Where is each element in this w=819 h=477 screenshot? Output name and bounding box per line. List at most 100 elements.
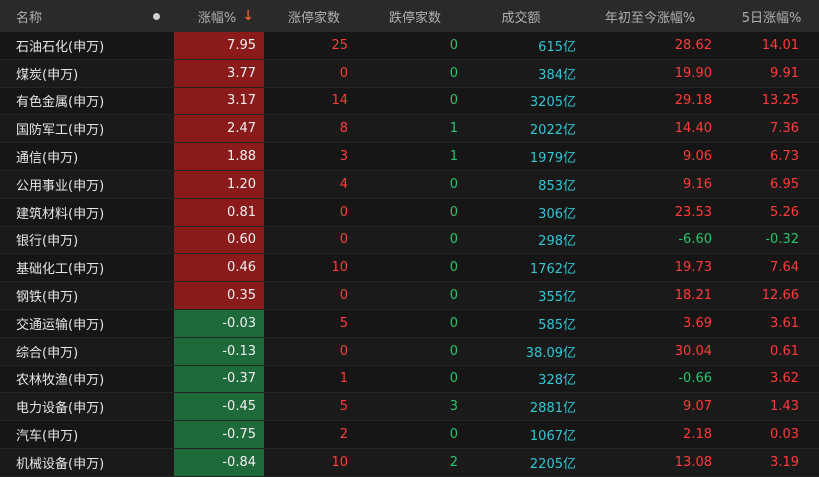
limit-up-cell: 0 [339,65,348,81]
limit-up-cell: 2 [339,427,348,443]
table-row[interactable]: 公用事业(申万) 1.20 4 0 853亿 9.16 6.95 [0,171,819,199]
table-row[interactable]: 机械设备(申万) -0.84 10 2 2205亿 13.08 3.19 [0,449,819,477]
ytd-cell: 19.90 [674,65,712,81]
limit-up-cell: 0 [339,288,348,304]
five-day-cell: 5.26 [770,204,799,220]
five-day-cell: 3.61 [770,315,799,331]
change-cell: -0.37 [174,365,264,393]
change-cell: 1.88 [174,143,264,170]
limit-up-cell: 8 [339,121,348,137]
sort-desc-icon: ↓ [242,8,254,24]
change-cell: 3.17 [174,87,264,115]
ytd-cell: 29.18 [674,93,712,109]
table-row[interactable]: 基础化工(申万) 0.46 10 0 1762亿 19.73 7.64 [0,254,819,283]
limit-down-cell: 2 [449,454,458,470]
five-day-cell: 9.91 [770,65,799,81]
table-row[interactable]: 电力设备(申万) -0.45 5 3 2881亿 9.07 1.43 [0,393,819,422]
header-limit-down[interactable]: 跌停家数 [364,0,466,32]
five-day-cell: 6.95 [770,176,799,192]
limit-down-cell: 0 [449,288,458,304]
change-cell: 0.60 [174,226,264,254]
limit-up-cell: 25 [331,37,348,53]
change-cell: -0.13 [174,337,264,365]
limit-down-cell: 3 [449,399,458,415]
sector-name: 基础化工(申万) [16,262,105,278]
limit-down-cell: 0 [449,260,458,276]
table-row[interactable]: 农林牧渔(申万) -0.37 1 0 328亿 -0.66 3.62 [0,365,819,394]
limit-up-cell: 5 [339,315,348,331]
volume-cell: 1762亿 [529,262,576,278]
table-row[interactable]: 煤炭(申万) 3.77 0 0 384亿 19.90 9.91 [0,59,819,88]
ytd-cell: 3.69 [683,315,712,331]
volume-cell: 298亿 [538,234,576,250]
volume-cell: 38.09亿 [525,345,576,361]
five-day-cell: 3.62 [770,371,799,387]
five-day-cell: 3.19 [770,454,799,470]
sector-name: 汽车(申万) [16,429,79,445]
table-row[interactable]: 钢铁(申万) 0.35 0 0 355亿 18.21 12.66 [0,282,819,310]
sector-name: 通信(申万) [16,151,79,167]
limit-down-cell: 0 [449,427,458,443]
five-day-cell: 12.66 [761,288,799,304]
table-row[interactable]: 通信(申万) 1.88 3 1 1979亿 9.06 6.73 [0,143,819,171]
change-cell: -0.03 [174,310,264,337]
limit-down-cell: 0 [449,371,458,387]
volume-cell: 853亿 [538,178,576,194]
table-row[interactable]: 国防军工(申万) 2.47 8 1 2022亿 14.40 7.36 [0,115,819,144]
sector-name: 农林牧渔(申万) [16,373,105,389]
table-row[interactable]: 石油石化(申万) 7.95 25 0 615亿 28.62 14.01 [0,32,819,60]
header-limit-up[interactable]: 涨停家数 [264,0,364,32]
five-day-cell: 0.61 [770,343,799,359]
header-name[interactable]: 名称 [0,0,170,32]
ytd-cell: 19.73 [674,260,712,276]
limit-down-cell: 0 [449,65,458,81]
limit-up-cell: 14 [331,93,348,109]
header-ytd[interactable]: 年初至今涨幅% [576,0,724,32]
sector-name: 综合(申万) [16,345,79,361]
change-cell: -0.75 [174,421,264,448]
limit-up-cell: 1 [339,371,348,387]
ytd-cell: -6.60 [678,232,712,248]
table-row[interactable]: 综合(申万) -0.13 0 0 38.09亿 30.04 0.61 [0,337,819,366]
table-row[interactable]: 建筑材料(申万) 0.81 0 0 306亿 23.53 5.26 [0,198,819,227]
volume-cell: 615亿 [538,39,576,55]
limit-up-cell: 4 [339,176,348,192]
ytd-cell: 18.21 [674,288,712,304]
dot-icon[interactable] [153,12,160,20]
five-day-cell: 1.43 [770,399,799,415]
sector-name: 银行(申万) [16,234,79,250]
limit-up-cell: 0 [339,204,348,220]
change-cell: 2.47 [174,115,264,143]
limit-down-cell: 0 [449,176,458,192]
limit-down-cell: 0 [449,315,458,331]
volume-cell: 1979亿 [529,151,576,167]
limit-up-cell: 10 [331,454,348,470]
table-row[interactable]: 有色金属(申万) 3.17 14 0 3205亿 29.18 13.25 [0,87,819,116]
header-change-label: 涨幅% [197,10,237,26]
limit-up-cell: 0 [339,232,348,248]
limit-down-cell: 0 [449,204,458,220]
table-row[interactable]: 汽车(申万) -0.75 2 0 1067亿 2.18 0.03 [0,421,819,449]
volume-cell: 2022亿 [529,123,576,139]
volume-cell: 3205亿 [529,95,576,111]
sector-name: 钢铁(申万) [16,290,79,306]
limit-down-cell: 1 [449,149,458,165]
volume-cell: 2881亿 [529,401,576,417]
header-change[interactable]: 涨幅% ↓ [174,0,264,32]
five-day-cell: 7.36 [770,121,799,137]
header-volume[interactable]: 成交额 [466,0,576,32]
sector-name: 煤炭(申万) [16,67,79,83]
five-day-cell: 13.25 [761,93,799,109]
ytd-cell: 9.06 [683,149,712,165]
table-row[interactable]: 交通运输(申万) -0.03 5 0 585亿 3.69 3.61 [0,310,819,338]
change-cell: -0.45 [174,393,264,421]
sector-name: 公用事业(申万) [16,178,105,194]
limit-up-cell: 10 [331,260,348,276]
ytd-cell: 28.62 [674,37,712,53]
header-five-day[interactable]: 5日涨幅% [724,0,819,32]
change-cell: 0.81 [174,198,264,226]
limit-down-cell: 0 [449,93,458,109]
five-day-cell: 14.01 [761,37,799,53]
table-row[interactable]: 银行(申万) 0.60 0 0 298亿 -6.60 -0.32 [0,226,819,255]
five-day-cell: 0.03 [770,427,799,443]
